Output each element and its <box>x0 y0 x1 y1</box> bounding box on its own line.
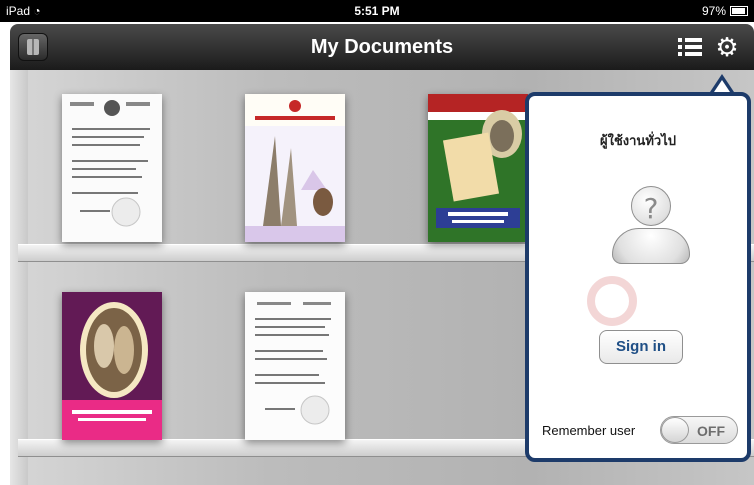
status-time: 5:51 PM <box>354 4 400 18</box>
remember-user-label: Remember user <box>542 423 636 438</box>
document-cover-1[interactable] <box>62 94 162 242</box>
toggle-state: OFF <box>697 423 725 439</box>
unknown-user-icon: ? <box>631 186 671 226</box>
document-cover-illustration <box>62 292 162 440</box>
popover-title: ผู้ใช้งานทั่วไป <box>600 133 676 148</box>
user-avatar: ? <box>612 186 690 276</box>
user-popover: ผู้ใช้งานทั่วไป ? Sign in Remember user … <box>525 92 751 462</box>
popover-arrow-inner <box>714 80 730 92</box>
page-title: My Documents <box>310 36 454 58</box>
avatar-body <box>612 228 690 264</box>
document-cover-2[interactable] <box>245 94 345 242</box>
brand-circle-mark <box>587 276 637 326</box>
list-view-icon[interactable] <box>678 36 702 58</box>
document-page-illustration <box>245 292 345 440</box>
battery-status: 97% <box>702 4 748 18</box>
document-cover-5[interactable] <box>245 292 345 440</box>
status-bar: iPad ◔ 5:51 PM 97% <box>0 0 754 22</box>
document-page-illustration <box>62 94 162 242</box>
document-cover-3[interactable] <box>428 94 528 242</box>
battery-icon <box>730 6 748 16</box>
document-cover-4[interactable] <box>62 292 162 440</box>
document-cover-illustration <box>245 94 345 242</box>
sign-in-button[interactable]: Sign in <box>599 330 683 364</box>
navigation-bar: My Documents ⚙ <box>10 24 754 70</box>
settings-gear-icon[interactable]: ⚙ <box>714 34 740 60</box>
remember-user-toggle[interactable]: OFF <box>660 416 738 444</box>
bookshelf-side-panel <box>10 70 28 485</box>
toggle-knob <box>661 417 689 443</box>
document-cover-illustration <box>428 94 528 242</box>
